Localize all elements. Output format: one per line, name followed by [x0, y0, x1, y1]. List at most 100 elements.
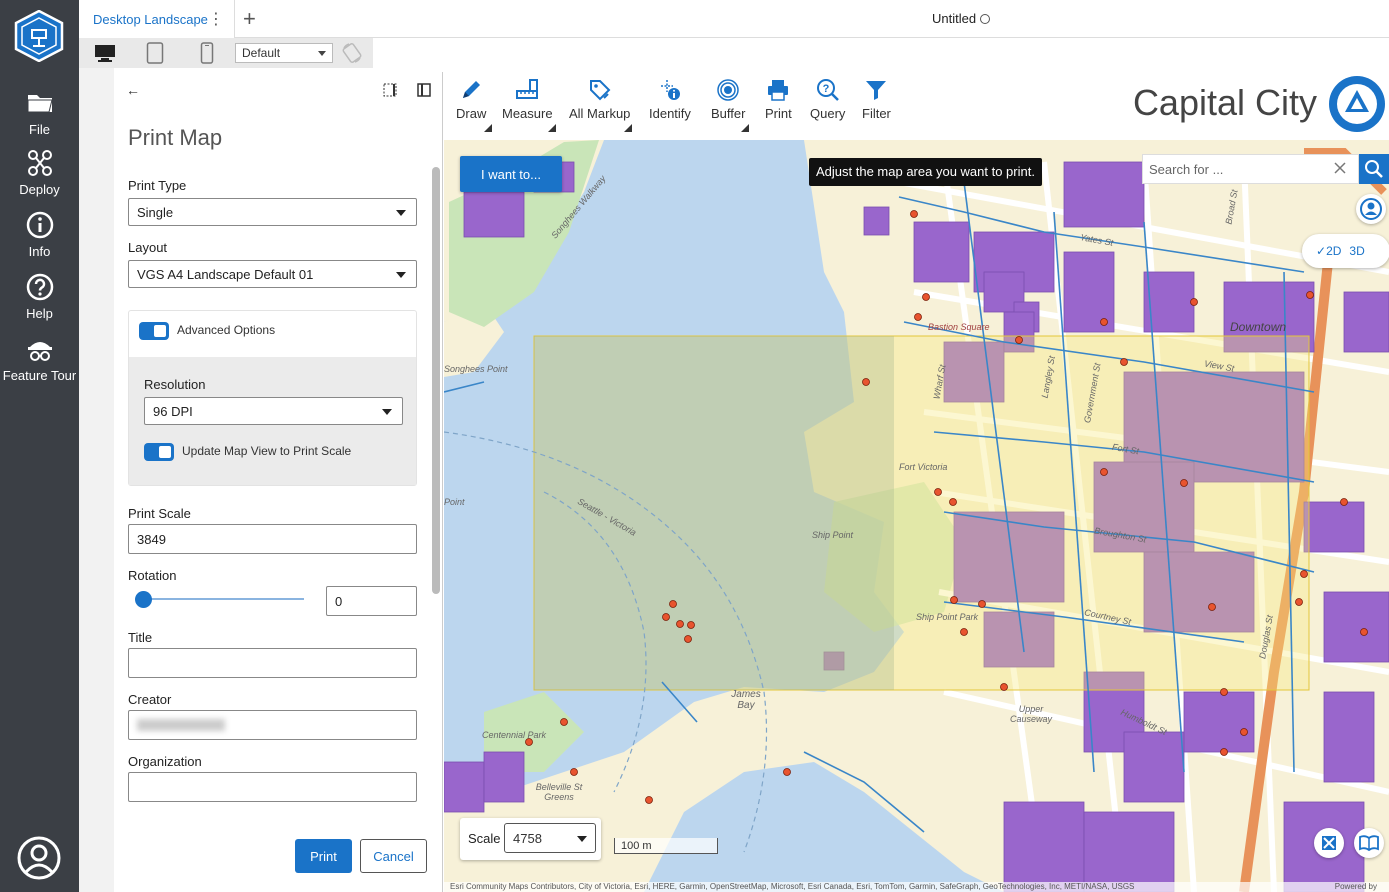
layout-select[interactable]: VGS A4 Landscape Default 01 — [128, 260, 417, 288]
map-tools-button[interactable] — [1314, 828, 1344, 858]
document-title-text: Untitled — [932, 11, 977, 26]
label-songhees-point: Songhees Point — [444, 364, 508, 374]
scale-bar: 100 m — [614, 838, 718, 854]
measure-dropdown-icon[interactable] — [548, 124, 556, 132]
tab-desktop-landscape[interactable]: Desktop Landscape ⋮ — [79, 0, 235, 38]
search-button[interactable] — [1359, 154, 1389, 184]
creator-input[interactable] — [128, 710, 417, 740]
layout-value: VGS A4 Landscape Default 01 — [137, 267, 314, 282]
tool-all-markup-label: All Markup — [569, 106, 631, 121]
city-seal-icon — [1329, 76, 1385, 132]
attribution-text: Esri Community Maps Contributors, City o… — [450, 882, 1135, 891]
buffer-dropdown-icon[interactable] — [741, 124, 749, 132]
device-preset-select[interactable]: Default — [235, 43, 333, 63]
tool-print-label: Print — [765, 106, 792, 121]
print-map-panel: ← Print Map Print Type Single Layout VGS… — [114, 72, 443, 892]
rotation-input[interactable]: 0 — [326, 586, 417, 616]
advanced-options-section: Advanced Options Resolution 96 DPI Updat… — [128, 310, 417, 486]
printer-icon — [768, 80, 789, 101]
folder-icon — [27, 95, 53, 113]
tool-draw-button[interactable]: Draw — [456, 78, 486, 134]
view-2d-option[interactable]: ✓2D — [1316, 244, 1341, 258]
label-james-bay: James Bay — [731, 689, 761, 711]
top-tab-bar: Desktop Landscape ⋮ + Untitled — [79, 0, 1389, 38]
advanced-options-label: Advanced Options — [177, 323, 276, 337]
map-search-input[interactable]: Search for ... — [1142, 154, 1359, 184]
buffer-icon — [717, 79, 739, 101]
back-arrow-icon[interactable]: ← — [126, 82, 140, 98]
scale-select[interactable]: 4758 — [504, 823, 596, 853]
nav-file-button[interactable]: File — [0, 88, 79, 146]
tool-measure-button[interactable]: Measure — [502, 78, 553, 134]
tool-query-button[interactable]: ? Query — [810, 78, 845, 134]
map-legend-button[interactable] — [1354, 828, 1384, 858]
ruler-icon — [516, 79, 539, 99]
nav-info-button[interactable]: Info — [0, 210, 79, 268]
tool-print-button[interactable]: Print — [765, 78, 792, 134]
view-dimension-toggle[interactable]: ✓2D 3D — [1302, 234, 1389, 268]
organization-label: Organization — [128, 754, 202, 769]
tool-draw-label: Draw — [456, 106, 487, 121]
i-want-to-button[interactable]: I want to... — [460, 156, 562, 192]
advanced-options-toggle[interactable] — [139, 322, 169, 340]
locate-user-button[interactable] — [1356, 194, 1386, 224]
monitor-icon — [95, 45, 115, 62]
label-bastion-square: Bastion Square — [928, 322, 990, 332]
nav-help-button[interactable]: Help — [0, 272, 79, 330]
draw-dropdown-icon[interactable] — [484, 124, 492, 132]
filter-icon — [866, 81, 887, 100]
nav-deploy-button[interactable]: Deploy — [0, 148, 79, 206]
device-bar: Default — [79, 38, 373, 68]
markup-dropdown-icon[interactable] — [624, 124, 632, 132]
nav-feature-tour-button[interactable]: Feature Tour — [0, 334, 79, 392]
label-belleville-st-greens: Belleville St Greens — [535, 782, 583, 802]
label-centennial-park: Centennial Park — [482, 730, 547, 740]
powered-by-text: Powered by — [1334, 882, 1377, 891]
update-view-toggle[interactable] — [144, 443, 174, 461]
person-pin-icon — [1360, 198, 1382, 220]
print-area-tooltip: Adjust the map area you want to print. — [809, 158, 1042, 186]
print-button[interactable]: Print — [295, 839, 352, 873]
user-avatar-icon[interactable] — [17, 836, 61, 880]
print-scale-input[interactable]: 3849 — [128, 524, 417, 554]
app-sidebar: File Deploy Info Help Feature Tour — [0, 0, 79, 892]
phone-view-button[interactable] — [191, 42, 223, 64]
organization-input[interactable] — [128, 772, 417, 802]
rotate-device-icon[interactable] — [341, 42, 363, 64]
title-label: Title — [128, 630, 153, 645]
identify-icon — [660, 80, 680, 100]
map-pin-tools-icon — [1322, 836, 1336, 850]
phone-icon — [200, 42, 214, 64]
tablet-view-button[interactable] — [139, 42, 171, 64]
tool-all-markup-button[interactable]: All Markup — [569, 78, 630, 134]
rotation-slider-thumb[interactable] — [135, 591, 152, 608]
view-3d-option[interactable]: 3D — [1349, 244, 1364, 258]
title-input[interactable] — [128, 648, 417, 678]
dock-left-icon[interactable] — [382, 82, 398, 98]
panel-scrollbar[interactable] — [432, 167, 440, 594]
document-title: Untitled — [932, 11, 991, 26]
label-fort-victoria: Fort Victoria — [899, 462, 948, 472]
resolution-label: Resolution — [144, 377, 206, 392]
deploy-icon — [27, 150, 52, 176]
pencil-icon — [463, 81, 481, 98]
dock-right-icon[interactable] — [416, 82, 432, 98]
rotation-slider-track[interactable] — [138, 598, 304, 600]
nav-deploy-label: Deploy — [19, 182, 60, 197]
info-icon — [26, 211, 53, 239]
unsaved-indicator-icon — [980, 14, 991, 24]
resolution-select[interactable]: 96 DPI — [144, 397, 403, 425]
creator-redacted — [137, 719, 225, 731]
print-type-value: Single — [137, 205, 174, 220]
desktop-view-button[interactable] — [89, 42, 121, 64]
tool-filter-button[interactable]: Filter — [862, 78, 891, 134]
tool-identify-button[interactable]: Identify — [649, 78, 691, 134]
add-tab-button[interactable]: + — [243, 6, 256, 32]
tab-more-icon[interactable]: ⋮ — [208, 9, 224, 29]
cancel-button[interactable]: Cancel — [360, 839, 427, 873]
app-logo-icon[interactable] — [14, 10, 64, 62]
close-icon[interactable] — [1332, 160, 1348, 176]
print-type-select[interactable]: Single — [128, 198, 417, 226]
map-view[interactable]: Songhees Walkway Songhees Point Bastion … — [444, 72, 1389, 892]
tab-label: Desktop Landscape — [93, 11, 208, 27]
